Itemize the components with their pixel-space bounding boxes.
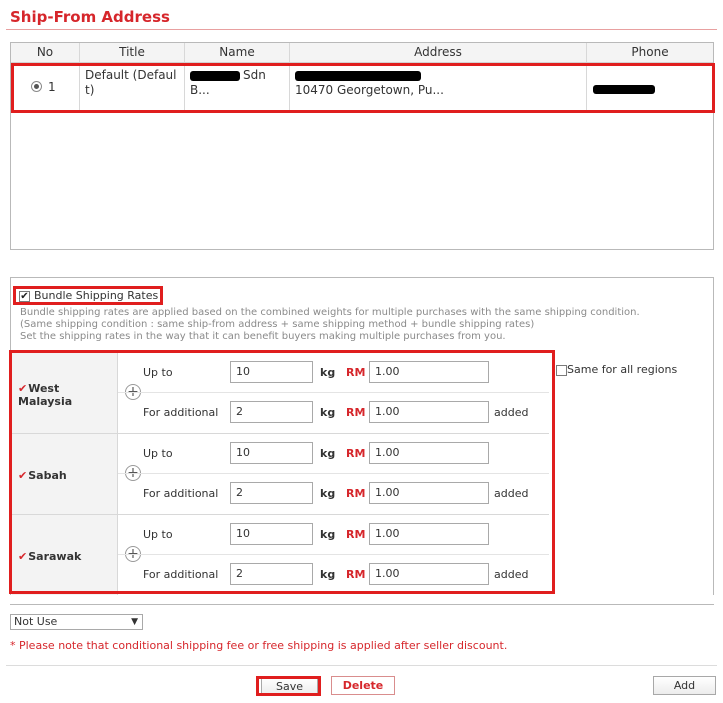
save-button[interactable]: Save bbox=[261, 677, 318, 696]
same-for-all-regions-label: Same for all regions bbox=[567, 363, 678, 376]
added-label: added bbox=[494, 406, 529, 419]
column-header-no: No bbox=[11, 43, 80, 62]
added-label: added bbox=[494, 568, 529, 581]
kg-unit: kg bbox=[320, 366, 336, 379]
cell-no: 1 bbox=[11, 64, 80, 111]
kg-unit: kg bbox=[320, 568, 336, 581]
table-row[interactable]: 1 Default (Defaul t) Sdn B... 10470 Geor… bbox=[11, 64, 713, 112]
bundle-note: Set the shipping rates in the way that i… bbox=[20, 331, 506, 342]
name-line2: B... bbox=[190, 83, 210, 97]
column-header-name: Name bbox=[185, 43, 290, 62]
column-header-phone: Phone bbox=[631, 45, 669, 59]
up-to-row: Up to 10 kg RM 1.00 bbox=[118, 353, 549, 393]
check-icon: ✔ bbox=[18, 469, 28, 482]
additional-kg-input[interactable]: 2 bbox=[230, 401, 313, 423]
column-header-address: Address bbox=[290, 43, 587, 62]
up-to-row: Up to 10 kg RM 1.00 bbox=[118, 515, 549, 555]
additional-row: For additional 2 kg RM 1.00 added bbox=[118, 555, 549, 595]
cell-title: Default (Defaul t) bbox=[80, 64, 185, 111]
delete-button[interactable]: Delete bbox=[331, 676, 395, 695]
currency-label: RM bbox=[346, 366, 366, 379]
title-text-line2: t) bbox=[85, 83, 95, 97]
title-text-line1: Default (Defaul bbox=[85, 68, 177, 82]
up-to-label: Up to bbox=[143, 366, 173, 379]
bundle-note: Bundle shipping rates are applied based … bbox=[20, 307, 640, 318]
row-number: 1 bbox=[48, 80, 56, 94]
condition-select[interactable]: Not Use ▼ bbox=[10, 614, 143, 630]
up-to-rm-input[interactable]: 1.00 bbox=[369, 361, 489, 383]
address-table: No Title Name Address Phone 1 Default (D… bbox=[10, 42, 714, 250]
check-icon: ✔ bbox=[18, 382, 28, 395]
bundle-notes: Bundle shipping rates are applied based … bbox=[20, 307, 640, 343]
bundle-checkbox[interactable]: ✔ bbox=[19, 291, 30, 302]
region-name-cell: ✔Sarawak bbox=[12, 515, 118, 595]
for-additional-label: For additional bbox=[143, 487, 219, 500]
footer-divider bbox=[6, 665, 717, 666]
name-suffix: Sdn bbox=[243, 68, 266, 82]
check-icon: ✔ bbox=[18, 550, 28, 563]
bundle-label: Bundle Shipping Rates bbox=[34, 289, 159, 302]
cell-name: Sdn B... bbox=[185, 64, 290, 111]
cell-address: 10470 Georgetown, Pu... bbox=[290, 64, 587, 111]
address-line2: 10470 Georgetown, Pu... bbox=[295, 83, 444, 97]
up-to-row: Up to 10 kg RM 1.00 bbox=[118, 434, 549, 474]
region-name-cell: ✔West Malaysia bbox=[12, 353, 118, 433]
bundle-note: (Same shipping condition : same ship-fro… bbox=[20, 319, 535, 330]
region-label: ✔West Malaysia bbox=[18, 382, 73, 408]
redacted-phone bbox=[593, 85, 655, 94]
added-label: added bbox=[494, 487, 529, 500]
section-divider bbox=[10, 604, 714, 605]
discount-notice: * Please note that conditional shipping … bbox=[10, 639, 508, 652]
region-row-sarawak: ✔Sarawak + Up to 10 kg RM 1.00 For addit… bbox=[12, 515, 549, 595]
chevron-down-icon: ▼ bbox=[131, 617, 138, 627]
currency-label: RM bbox=[346, 447, 366, 460]
page-title: Ship-From Address bbox=[10, 8, 170, 26]
kg-unit: kg bbox=[320, 447, 336, 460]
up-to-kg-input[interactable]: 10 bbox=[230, 361, 313, 383]
additional-row: For additional 2 kg RM 1.00 added bbox=[118, 474, 549, 514]
currency-label: RM bbox=[346, 487, 366, 500]
add-button[interactable]: Add bbox=[653, 676, 716, 695]
kg-unit: kg bbox=[320, 406, 336, 419]
table-header: No Title Name Address Phone bbox=[11, 43, 713, 63]
additional-rm-input[interactable]: 1.00 bbox=[369, 482, 489, 504]
currency-label: RM bbox=[346, 568, 366, 581]
condition-select-value: Not Use bbox=[14, 615, 58, 628]
kg-unit: kg bbox=[320, 487, 336, 500]
region-label: ✔Sarawak bbox=[18, 550, 82, 563]
redacted-address bbox=[295, 70, 421, 81]
redacted-name bbox=[190, 70, 240, 81]
up-to-label: Up to bbox=[143, 447, 173, 460]
region-label: ✔Sabah bbox=[18, 469, 67, 482]
for-additional-label: For additional bbox=[143, 568, 219, 581]
region-row-sabah: ✔Sabah + Up to 10 kg RM 1.00 For additio… bbox=[12, 434, 549, 515]
currency-label: RM bbox=[346, 406, 366, 419]
up-to-kg-input[interactable]: 10 bbox=[230, 442, 313, 464]
up-to-kg-input[interactable]: 10 bbox=[230, 523, 313, 545]
up-to-rm-input[interactable]: 1.00 bbox=[369, 523, 489, 545]
additional-kg-input[interactable]: 2 bbox=[230, 563, 313, 585]
same-for-all-regions-checkbox[interactable] bbox=[556, 365, 567, 376]
additional-rm-input[interactable]: 1.00 bbox=[369, 401, 489, 423]
kg-unit: kg bbox=[320, 528, 336, 541]
additional-kg-input[interactable]: 2 bbox=[230, 482, 313, 504]
cell-phone bbox=[587, 64, 713, 111]
currency-label: RM bbox=[346, 528, 366, 541]
column-header-title: Title bbox=[80, 43, 185, 62]
up-to-rm-input[interactable]: 1.00 bbox=[369, 442, 489, 464]
address-radio[interactable] bbox=[31, 81, 42, 92]
region-name-cell: ✔Sabah bbox=[12, 434, 118, 514]
for-additional-label: For additional bbox=[143, 406, 219, 419]
up-to-label: Up to bbox=[143, 528, 173, 541]
additional-row: For additional 2 kg RM 1.00 added bbox=[118, 393, 549, 433]
additional-rm-input[interactable]: 1.00 bbox=[369, 563, 489, 585]
title-divider bbox=[6, 29, 717, 30]
region-row-west-malaysia: ✔West Malaysia + Up to 10 kg RM 1.00 For … bbox=[12, 353, 549, 434]
